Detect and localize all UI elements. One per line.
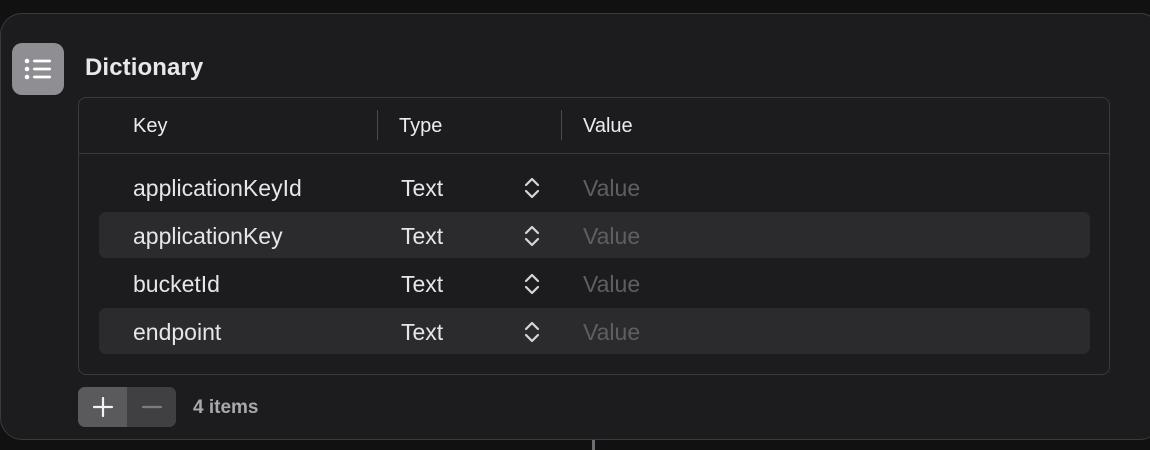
item-count-label: 4 items: [193, 397, 259, 418]
row-value-field[interactable]: Value: [583, 175, 640, 202]
column-header-key: Key: [133, 115, 168, 137]
dictionary-table: Key Type Value applicationKeyId Text Val…: [78, 97, 1110, 375]
chevron-up-down-icon[interactable]: [523, 176, 541, 200]
table-row[interactable]: bucketId Text Value: [99, 260, 1090, 306]
chevron-up-down-icon[interactable]: [523, 272, 541, 296]
table-row[interactable]: endpoint Text Value: [99, 308, 1090, 354]
column-separator[interactable]: [561, 110, 562, 140]
row-type[interactable]: Text: [401, 223, 443, 250]
table-row[interactable]: applicationKey Text Value: [99, 212, 1090, 258]
row-key[interactable]: applicationKeyId: [133, 175, 302, 202]
row-type[interactable]: Text: [401, 175, 443, 202]
remove-item-button[interactable]: [127, 387, 176, 427]
minus-icon: [141, 405, 162, 409]
row-value-field[interactable]: Value: [583, 319, 640, 346]
chevron-up-down-icon[interactable]: [523, 320, 541, 344]
table-row[interactable]: applicationKeyId Text Value: [99, 164, 1090, 210]
plus-icon: [92, 396, 113, 418]
add-item-button[interactable]: [78, 387, 127, 427]
row-key[interactable]: endpoint: [133, 319, 221, 346]
row-key[interactable]: applicationKey: [133, 223, 283, 250]
column-header-type: Type: [399, 115, 443, 137]
row-type[interactable]: Text: [401, 271, 443, 298]
row-value-field[interactable]: Value: [583, 271, 640, 298]
list-icon: [12, 43, 64, 95]
column-separator[interactable]: [377, 110, 378, 140]
chevron-up-down-icon[interactable]: [523, 224, 541, 248]
add-remove-control: [78, 387, 176, 427]
action-title: Dictionary: [85, 54, 204, 81]
row-key[interactable]: bucketId: [133, 271, 220, 298]
action-connector: [592, 440, 595, 450]
row-type[interactable]: Text: [401, 319, 443, 346]
column-header-value: Value: [583, 115, 633, 137]
table-header: Key Type Value: [79, 98, 1109, 154]
row-value-field[interactable]: Value: [583, 223, 640, 250]
